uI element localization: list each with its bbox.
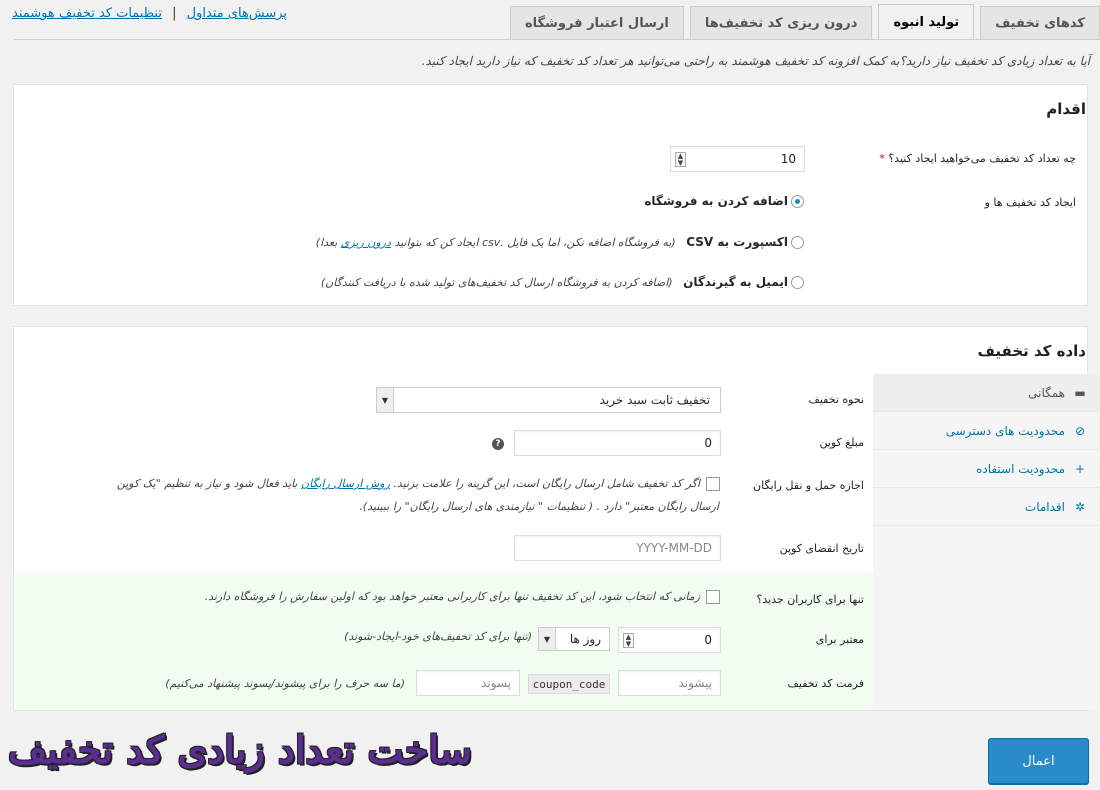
amount-value: 0 bbox=[704, 436, 712, 450]
plus-icon: + bbox=[1074, 461, 1086, 476]
promo-caption: ساخت تعداد زیادی کد تخفیف bbox=[8, 727, 472, 772]
amount-label: مبلغ کوپن bbox=[819, 436, 864, 449]
help-icon[interactable]: ? bbox=[492, 438, 504, 450]
new-users-desc: زمانی که انتخاب شود، این کد تخفیف تنها ب… bbox=[204, 590, 700, 603]
coupon-data-tabs: ▬ همگانی ⊘ محدودیت های دسترسی + محدودیت … bbox=[873, 374, 1099, 710]
valid-unit-select[interactable]: ▼ روز ها bbox=[538, 627, 610, 651]
coupon-data-title: داده کد تخفیف bbox=[977, 342, 1086, 360]
top-links: پرسش‌های متداول | تنظیمات کد تخفیف هوشمن… bbox=[12, 6, 287, 21]
link-separator: | bbox=[172, 6, 177, 21]
option-export-csv-note: (به فروشگاه اضافه نکن، اما یک فایل .csv … bbox=[316, 236, 676, 249]
tab-send-store-credit[interactable]: ارسال اعتبار فروشگاه bbox=[509, 6, 684, 40]
side-tab-general[interactable]: ▬ همگانی bbox=[873, 374, 1099, 412]
valid-for-value: 0 bbox=[704, 633, 712, 647]
option-add-to-store-label: اضافه کردن به فروشگاه bbox=[644, 194, 788, 208]
side-tab-actions-label: اقدامات bbox=[1024, 499, 1065, 514]
format-note: (ما سه حرف را برای پیشوند/پسوند پیشنهاد … bbox=[165, 677, 405, 690]
free-shipping-label: اجازه حمل و نقل رایگان bbox=[753, 479, 864, 492]
option-email-recipients-radio[interactable] bbox=[791, 276, 804, 289]
import-link[interactable]: درون ریزی bbox=[341, 236, 391, 249]
expiry-label: تاریخ انقضای کوپن bbox=[779, 542, 864, 555]
tab-import-coupons[interactable]: درون ریزی کد تخفیف‌ها bbox=[689, 6, 873, 40]
discount-type-label: نحوه تخفیف bbox=[808, 393, 864, 406]
option-export-csv-label: اکسپورت به CSV (به فروشگاه اضافه نکن، ام… bbox=[316, 235, 788, 249]
valid-unit-value: روز ها bbox=[569, 632, 601, 646]
valid-for-spinner-icon[interactable]: ▲ ▼ bbox=[623, 633, 634, 648]
option-email-recipients-label: ایمیل به گیرندگان (اضافه کردن به فروشگاه… bbox=[321, 275, 788, 289]
new-users-label: تنها برای کاربران جدید؟ bbox=[756, 593, 864, 606]
option-email-recipients-text: ایمیل به گیرندگان bbox=[683, 275, 788, 289]
option-add-to-store-text: اضافه کردن به فروشگاه bbox=[644, 194, 788, 208]
free-shipping-text-2: باید فعال شود و نیاز به تنظیم "یک کوپن bbox=[116, 477, 301, 490]
tab-coupons[interactable]: کدهای تخفیف bbox=[980, 6, 1100, 40]
action-panel bbox=[13, 84, 1088, 306]
tab-divider bbox=[14, 39, 1100, 40]
side-tab-general-label: همگانی bbox=[1028, 385, 1065, 400]
prefix-input[interactable]: پیشوند bbox=[618, 670, 721, 696]
expiry-date-input[interactable]: YYYY-MM-DD bbox=[514, 535, 721, 561]
option-email-recipients-note: (اضافه کردن به فروشگاه ارسال کد تخفیف‌ها… bbox=[320, 276, 673, 289]
chevron-down-icon: ▼ bbox=[539, 628, 556, 650]
create-label: ایجاد کد تخفیف ها و bbox=[984, 196, 1076, 209]
option-export-csv-text: اکسپورت به CSV bbox=[686, 235, 788, 249]
tab-bar: کدهای تخفیف تولید انبوه درون ریزی کد تخف… bbox=[509, 4, 1100, 40]
gear-icon: ✲ bbox=[1074, 499, 1086, 514]
free-shipping-checkbox[interactable] bbox=[706, 477, 720, 491]
intro-text: آیا به تعداد زیادی کد تخفیف نیاز دارید؟ب… bbox=[421, 54, 1090, 68]
new-users-checkbox[interactable] bbox=[706, 590, 720, 604]
coupon-format-label: فرمت کد تخفیف bbox=[787, 677, 864, 690]
prefix-placeholder: پیشوند bbox=[678, 676, 712, 690]
valid-for-label: معتبر برای bbox=[815, 633, 864, 646]
quantity-spinner-icon[interactable]: ▲ ▼ bbox=[675, 152, 686, 167]
action-panel-title: اقدام bbox=[1046, 100, 1086, 118]
free-shipping-text-1: اگر کد تخفیف شامل ارسال رایگان است، این … bbox=[389, 477, 700, 490]
side-tab-usage-label: محدودیت استفاده bbox=[976, 461, 1065, 476]
quantity-label-text: چه تعداد کد تخفیف می‌خواهید ایجاد کنید؟ bbox=[888, 152, 1076, 165]
side-tab-usage-limit[interactable]: + محدودیت استفاده bbox=[873, 450, 1099, 488]
suffix-placeholder: پسوند bbox=[481, 676, 511, 690]
discount-type-value: تخفیف ثابت سبد خرید bbox=[599, 393, 710, 407]
quantity-input[interactable]: ▲ ▼ 10 bbox=[670, 146, 805, 172]
csv-note-end: بعدا) bbox=[315, 236, 341, 249]
side-tab-access-label: محدودیت های دسترسی bbox=[945, 423, 1065, 438]
free-shipping-method-link[interactable]: روش ارسال رایگان bbox=[301, 477, 390, 490]
free-shipping-desc-line1: اگر کد تخفیف شامل ارسال رایگان است، این … bbox=[117, 477, 700, 490]
option-add-to-store-radio[interactable] bbox=[791, 195, 804, 208]
csv-note-start: (به فروشگاه اضافه نکن، اما یک فایل .csv … bbox=[390, 236, 676, 249]
valid-for-input[interactable]: ▲ ▼ 0 bbox=[618, 627, 721, 653]
faq-link[interactable]: پرسش‌های متداول bbox=[187, 6, 287, 21]
option-export-csv-radio[interactable] bbox=[791, 236, 804, 249]
expiry-placeholder: YYYY-MM-DD bbox=[636, 541, 712, 555]
tab-bulk-generate[interactable]: تولید انبوه bbox=[878, 4, 975, 40]
valid-for-note: (تنها برای کد تخفیف‌های خود-ایجاد-شوند) bbox=[344, 630, 532, 643]
quantity-value: 10 bbox=[780, 152, 796, 166]
coupon-code-tag: coupon_code bbox=[528, 674, 610, 694]
amount-input[interactable]: 0 bbox=[514, 430, 721, 456]
side-tab-access-restriction[interactable]: ⊘ محدودیت های دسترسی bbox=[873, 412, 1099, 450]
free-shipping-desc-line2: ارسال رایگان معتبر" دارد . ( تنظیمات " ن… bbox=[359, 500, 719, 513]
suffix-input[interactable]: پسوند bbox=[416, 670, 520, 696]
smart-coupon-settings-link[interactable]: تنظیمات کد تخفیف هوشمند bbox=[12, 6, 162, 21]
required-mark: * bbox=[879, 152, 885, 165]
chevron-down-icon: ▼ bbox=[377, 388, 394, 412]
ban-icon: ⊘ bbox=[1074, 423, 1086, 438]
side-tab-actions[interactable]: ✲ اقدامات bbox=[873, 488, 1099, 526]
apply-button[interactable]: اعمال bbox=[988, 738, 1089, 784]
discount-type-select[interactable]: ▼ تخفیف ثابت سبد خرید bbox=[376, 387, 721, 413]
quantity-label: چه تعداد کد تخفیف می‌خواهید ایجاد کنید؟ … bbox=[879, 152, 1076, 165]
ticket-icon: ▬ bbox=[1074, 385, 1086, 400]
